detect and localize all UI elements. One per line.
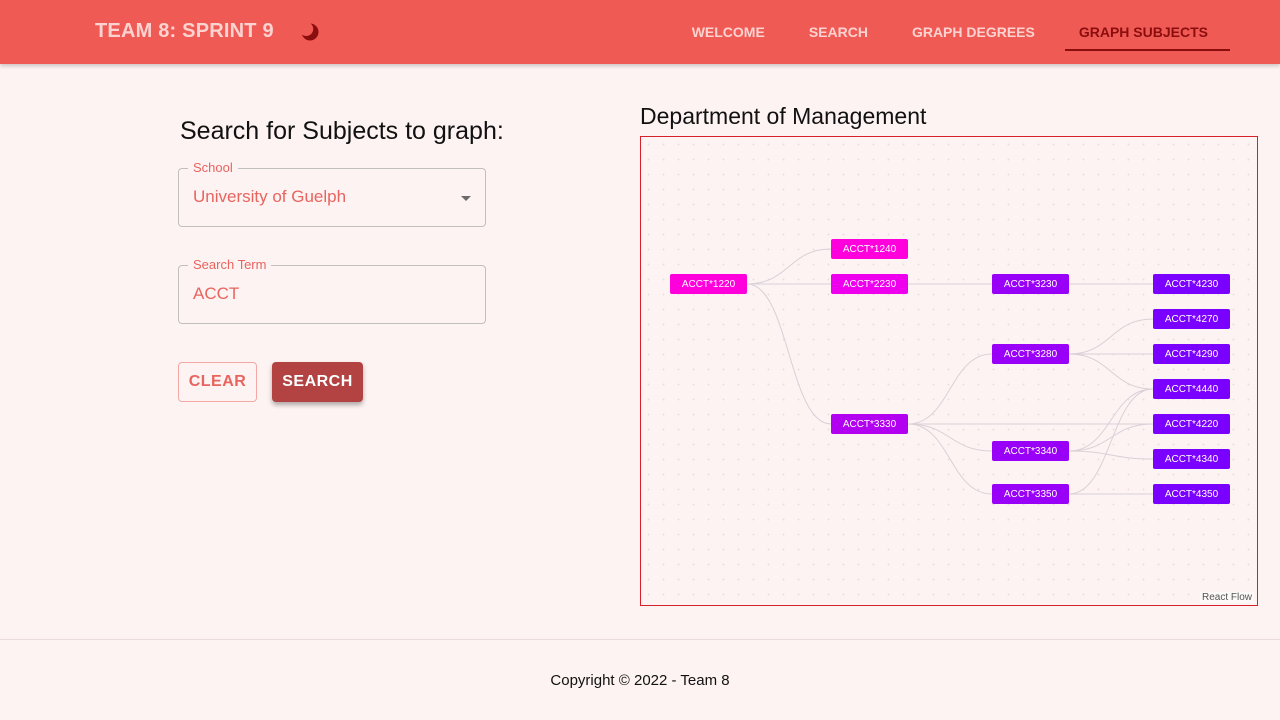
graph-edge [1068, 353, 1154, 390]
graph-node[interactable]: ACCT*1240 [831, 239, 908, 259]
school-value: University of Guelph [193, 187, 347, 206]
graph-edge [907, 423, 993, 495]
graph-node[interactable]: ACCT*1220 [670, 274, 747, 294]
nav-welcome[interactable]: WELCOME [670, 0, 787, 64]
brand-title[interactable]: TEAM 8: SPRINT 9 [95, 20, 274, 43]
graph-edge [746, 283, 832, 425]
graph-node[interactable]: ACCT*4290 [1153, 344, 1230, 364]
nav-graph-subjects[interactable]: GRAPH SUBJECTS [1057, 0, 1231, 64]
footer: Copyright © 2022 - Team 8 [0, 639, 1280, 720]
subject-graph[interactable]: React Flow ACCT*1220 ACCT*1240 ACCT*2230 AC… [640, 136, 1258, 606]
clear-button[interactable]: CLEAR [178, 362, 257, 402]
graph-node[interactable]: ACCT*4440 [1153, 379, 1230, 399]
search-term-value[interactable]: ACCT [193, 284, 239, 304]
nav-search[interactable]: SEARCH [787, 0, 890, 64]
school-select[interactable]: School University of Guelph [178, 160, 486, 227]
copyright-text: Copyright © 2022 - Team 8 [550, 672, 730, 689]
school-label: School [188, 160, 238, 175]
react-flow-attribution[interactable]: React Flow [1199, 592, 1254, 603]
graph-edge [1068, 423, 1154, 452]
graph-node[interactable]: ACCT*3230 [992, 274, 1069, 294]
graph-node[interactable]: ACCT*4350 [1153, 484, 1230, 504]
graph-edge [907, 423, 993, 452]
dropdown-arrow-icon[interactable] [461, 196, 471, 201]
graph-node[interactable]: ACCT*3340 [992, 441, 1069, 461]
graph-node[interactable]: ACCT*4230 [1153, 274, 1230, 294]
app-bar: TEAM 8: SPRINT 9 WELCOME SEARCH GRAPH DE… [0, 0, 1280, 64]
graph-edge [1068, 318, 1154, 355]
graph-edge [1068, 450, 1154, 460]
search-button[interactable]: SEARCH [272, 362, 363, 402]
graph-node[interactable]: ACCT*4340 [1153, 449, 1230, 469]
search-term-label: Search Term [188, 257, 272, 272]
graph-node[interactable]: ACCT*4220 [1153, 414, 1230, 434]
graph-node[interactable]: ACCT*3350 [992, 484, 1069, 504]
main-nav: WELCOME SEARCH GRAPH DEGREES GRAPH SUBJE… [670, 0, 1231, 64]
graph-title: Department of Management [640, 103, 927, 129]
nav-graph-degrees[interactable]: GRAPH DEGREES [890, 0, 1057, 64]
graph-node[interactable]: ACCT*4270 [1153, 309, 1230, 329]
graph-edge [1068, 388, 1154, 495]
search-term-input[interactable]: Search Term ACCT [178, 257, 486, 324]
graph-node[interactable]: ACCT*3280 [992, 344, 1069, 364]
moon-icon[interactable] [298, 20, 322, 44]
graph-node[interactable]: ACCT*3330 [831, 414, 908, 434]
graph-edges [746, 248, 1154, 495]
graph-edge [907, 353, 993, 425]
search-panel-title: Search for Subjects to graph: [180, 117, 504, 145]
graph-node[interactable]: ACCT*2230 [831, 274, 908, 294]
graph-edge [746, 248, 832, 285]
